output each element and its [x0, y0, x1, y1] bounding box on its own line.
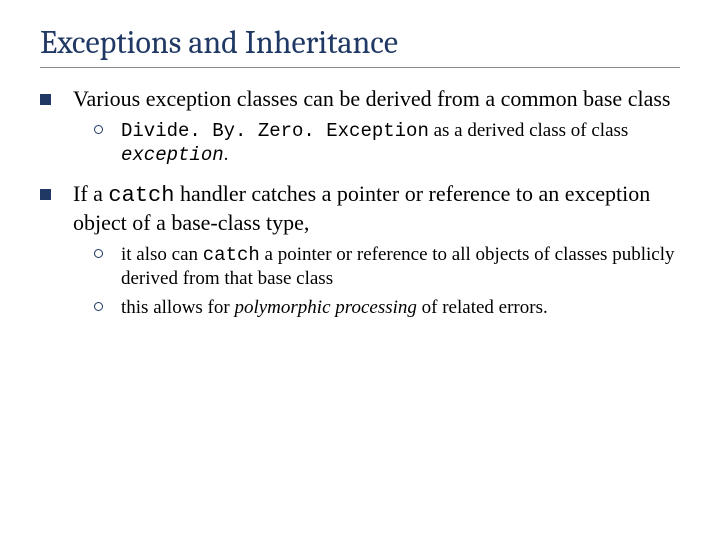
bullet-1-sub-1: Divide. By. Zero. Exception as a derived…: [94, 119, 680, 168]
bullet-2: If a catch handler catches a pointer or …: [40, 181, 680, 237]
bullet-2-sub-2: this allows for polymorphic processing o…: [94, 296, 680, 320]
code-italic-text: exception: [121, 144, 224, 166]
bullet-2-sub-2-text: this allows for polymorphic processing o…: [121, 296, 680, 320]
circle-bullet-icon: [94, 302, 103, 311]
plain-text: as a derived class of class: [429, 120, 628, 141]
bullet-1: Various exception classes can be derived…: [40, 86, 680, 113]
circle-bullet-icon: [94, 249, 103, 258]
square-bullet-icon: [40, 94, 51, 105]
plain-text: .: [224, 144, 229, 165]
code-text: Divide. By. Zero. Exception: [121, 120, 429, 142]
bullet-2-sub-1-text: it also can catch a pointer or reference…: [121, 243, 680, 292]
plain-text: of related errors.: [417, 297, 548, 318]
slide-title: Exceptions and Inheritance: [40, 24, 680, 61]
circle-bullet-icon: [94, 125, 103, 134]
italic-text: polymorphic processing: [234, 297, 416, 318]
plain-text: this allows for: [121, 297, 234, 318]
bullet-1-text: Various exception classes can be derived…: [73, 86, 680, 113]
title-rule: [40, 67, 680, 68]
slide: Exceptions and Inheritance Various excep…: [0, 0, 720, 540]
bullet-1-subs: Divide. By. Zero. Exception as a derived…: [94, 119, 680, 168]
square-bullet-icon: [40, 189, 51, 200]
bullet-2-subs: it also can catch a pointer or reference…: [94, 243, 680, 320]
bullet-1-sub-1-text: Divide. By. Zero. Exception as a derived…: [121, 119, 680, 168]
bullet-2-text: If a catch handler catches a pointer or …: [73, 181, 680, 237]
slide-body: Various exception classes can be derived…: [40, 86, 680, 320]
plain-text: it also can: [121, 244, 203, 265]
bullet-2-sub-1: it also can catch a pointer or reference…: [94, 243, 680, 292]
code-text: catch: [108, 183, 174, 208]
code-text: catch: [203, 244, 260, 266]
plain-text: If a: [73, 181, 108, 206]
